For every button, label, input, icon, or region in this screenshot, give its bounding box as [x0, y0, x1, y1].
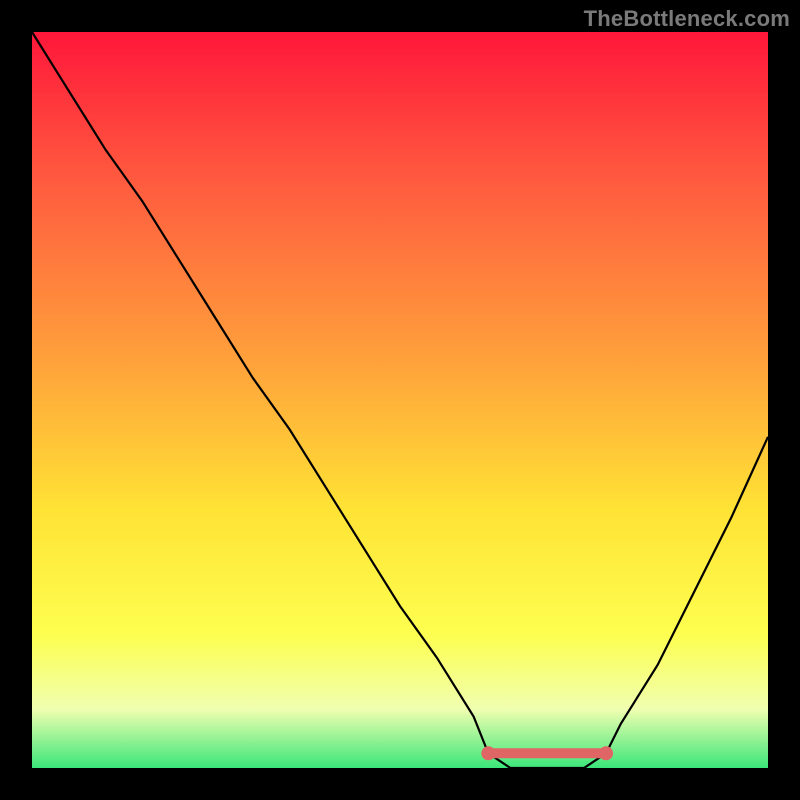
- optimal-region-marker: [481, 746, 613, 760]
- optimal-end-dot: [599, 746, 613, 760]
- chart-svg: [0, 0, 800, 800]
- optimal-bar: [488, 748, 606, 758]
- plot-background: [32, 32, 768, 768]
- attribution-text: TheBottleneck.com: [584, 6, 790, 32]
- optimal-start-dot: [481, 746, 495, 760]
- bottleneck-chart: TheBottleneck.com: [0, 0, 800, 800]
